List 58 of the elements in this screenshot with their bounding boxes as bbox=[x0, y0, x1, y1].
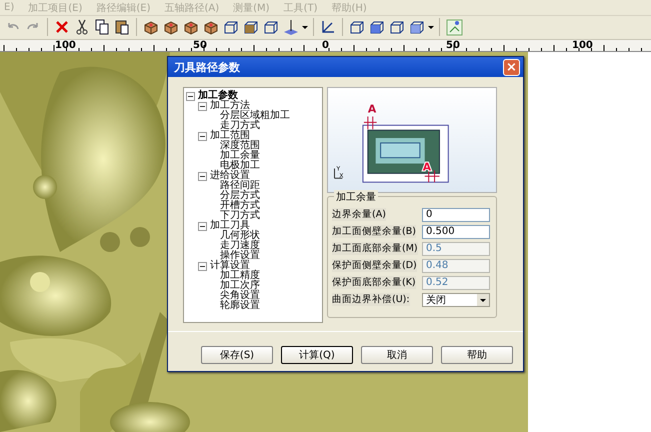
axis-icon bbox=[334, 168, 343, 179]
collapse-toggle[interactable] bbox=[186, 92, 195, 100]
axis-icon[interactable] bbox=[282, 18, 300, 36]
dropdown[interactable]: 关闭 bbox=[422, 292, 490, 306]
tree-item[interactable]: 走刀方式 bbox=[220, 121, 260, 131]
tree-item[interactable]: 尖角设置 bbox=[220, 291, 260, 301]
tree-item[interactable]: 加工刀具 bbox=[210, 221, 250, 231]
tree-item[interactable]: 下刀方式 bbox=[220, 211, 260, 221]
dimension-label: A bbox=[368, 102, 376, 116]
field-label: 曲面边界补偿(U): bbox=[332, 293, 410, 306]
dialog-button[interactable]: 帮助 bbox=[441, 346, 513, 364]
tree-item[interactable]: 加工精度 bbox=[220, 271, 260, 281]
dimension-arrow bbox=[424, 170, 440, 183]
dimension-arrow bbox=[363, 116, 378, 130]
ruler-label: 100 bbox=[55, 40, 76, 51]
tree-item[interactable]: 走刀速度 bbox=[220, 241, 260, 251]
input-field[interactable]: 0 bbox=[422, 208, 490, 222]
group-title: 加工余量 bbox=[334, 190, 378, 204]
collapse-toggle[interactable] bbox=[198, 262, 207, 270]
field-label: 边界余量(A) bbox=[332, 208, 386, 221]
close-button[interactable]: × bbox=[503, 58, 520, 76]
ruler-label: 50 bbox=[446, 40, 460, 51]
tree-item[interactable]: 深度范围 bbox=[220, 141, 260, 151]
input-field[interactable]: 0.500 bbox=[422, 224, 490, 238]
tree-item[interactable]: 电极加工 bbox=[220, 161, 260, 171]
tree-item[interactable]: 进给设置 bbox=[210, 171, 250, 181]
tree-item[interactable]: 计算设置 bbox=[210, 261, 250, 271]
collapse-toggle[interactable] bbox=[198, 222, 207, 230]
collapse-toggle[interactable] bbox=[198, 132, 207, 140]
collapse-toggle[interactable] bbox=[198, 102, 207, 110]
field-label: 加工面底部余量(M) bbox=[332, 242, 418, 255]
ruler-label: 50 bbox=[193, 40, 207, 51]
field-label: 加工面侧壁余量(B) bbox=[332, 225, 416, 238]
copy-icon[interactable] bbox=[93, 18, 111, 36]
caret-icon bbox=[477, 294, 489, 306]
dialog-button[interactable]: 计算(Q) bbox=[281, 346, 353, 364]
field-label: 保护面侧壁余量(D) bbox=[332, 259, 417, 272]
dialog-button[interactable]: 保存(S) bbox=[201, 346, 273, 364]
tree-item[interactable]: 分层区域粗加工 bbox=[220, 111, 290, 121]
tree-item[interactable]: 加工参数 bbox=[198, 91, 238, 101]
ruler-label: 0 bbox=[322, 40, 329, 51]
tree-item[interactable]: 加工余量 bbox=[220, 151, 260, 161]
tree-item[interactable]: 轮廓设置 bbox=[220, 301, 260, 311]
dialog-button[interactable]: 取消 bbox=[361, 346, 433, 364]
tree-item[interactable]: 开槽方式 bbox=[220, 201, 260, 211]
tree-item[interactable]: 操作设置 bbox=[220, 251, 260, 261]
tree-item[interactable]: 分层方式 bbox=[220, 191, 260, 201]
field-label: 保护面底部余量(K) bbox=[332, 276, 416, 289]
paste-icon[interactable] bbox=[113, 18, 131, 36]
tree-item[interactable]: 加工次序 bbox=[220, 281, 260, 291]
ruler-label: 100 bbox=[572, 40, 593, 51]
dimension-label: A bbox=[422, 160, 432, 174]
dialog-title: 刀具路径参数 bbox=[174, 60, 240, 74]
collapse-toggle[interactable] bbox=[198, 172, 207, 180]
tree-item[interactable]: 加工方法 bbox=[210, 101, 250, 111]
tree-item[interactable]: 加工范围 bbox=[210, 131, 250, 141]
tree-item[interactable]: 路径间距 bbox=[220, 181, 260, 191]
tree-item[interactable]: 几何形状 bbox=[220, 231, 260, 241]
